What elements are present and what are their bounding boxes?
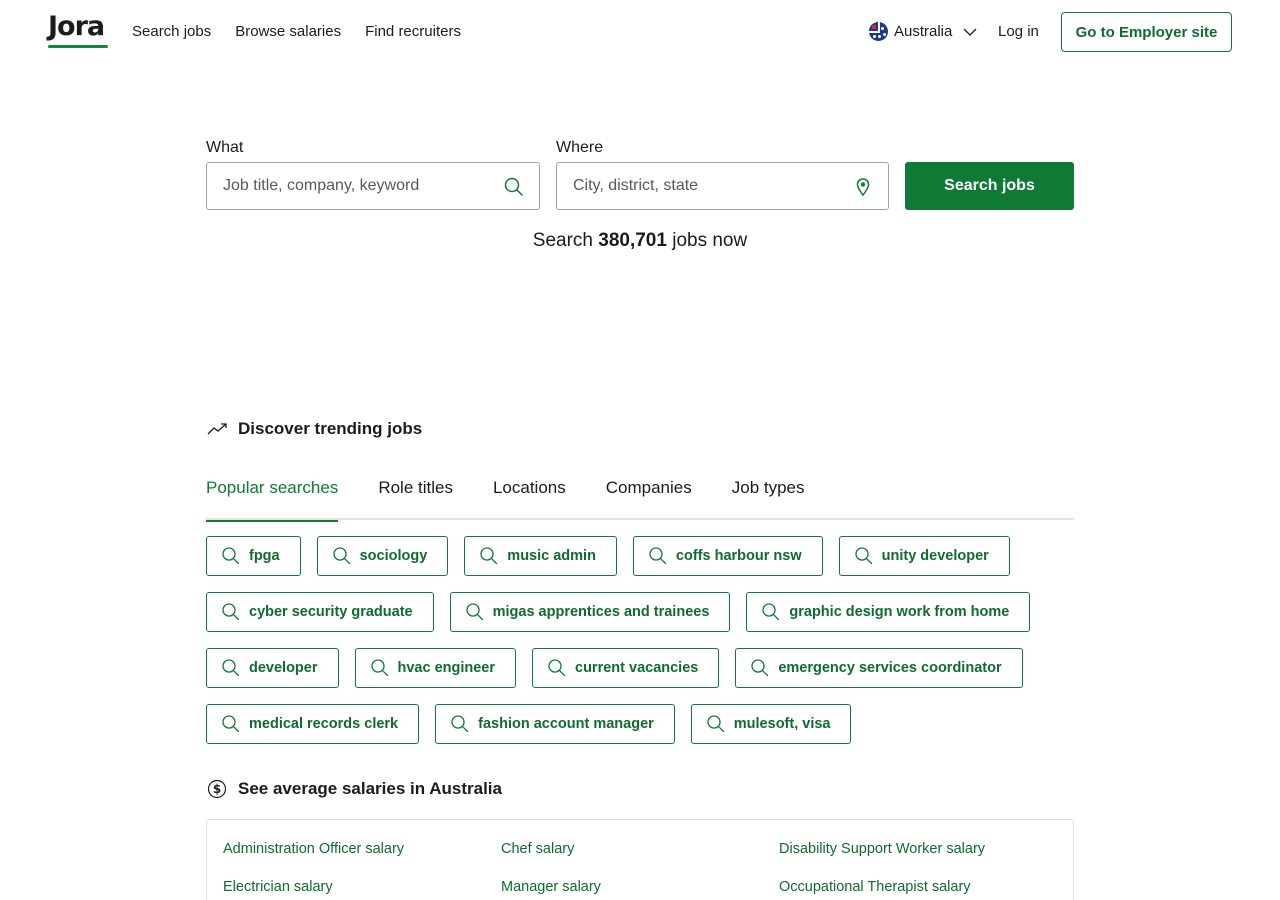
search-icon [451,715,469,733]
chip-label: mulesoft, visa [733,716,831,732]
search-icon [222,547,240,565]
count-suffix: jobs now [672,230,748,251]
count-prefix: Search [532,230,593,251]
popular-search-chip[interactable]: current vacancies [532,648,720,688]
trending-up-icon [207,423,227,435]
what-field [206,162,540,210]
chevron-down-icon [963,28,977,36]
search-icon [480,547,498,565]
salary-link[interactable]: Chef salary [501,840,779,858]
salary-link[interactable]: Manager salary [501,878,779,896]
popular-search-chip[interactable]: emergency services coordinator [735,648,1023,688]
what-input[interactable] [223,163,493,209]
where-field [556,162,889,210]
search-icon [649,547,667,565]
country-label: Australia [894,23,953,40]
chip-label: current vacancies [575,660,699,676]
search-icon [465,603,483,621]
chip-label: migas apprentices and trainees [492,604,710,620]
logo-underline [48,45,108,48]
salary-links-grid: Administration Officer salary Chef salar… [223,840,1057,896]
nav-find-recruiters[interactable]: Find recruiters [365,23,461,41]
nav-browse-salaries[interactable]: Browse salaries [235,23,341,41]
tab-companies[interactable]: Companies [606,470,692,520]
employer-site-button[interactable]: Go to Employer site [1061,12,1232,52]
salaries-heading: $ See average salaries in Australia [206,778,502,800]
popular-search-chip[interactable]: fpga [206,536,301,576]
popular-search-chip[interactable]: music admin [464,536,617,576]
dollar-coin-icon: $ [207,779,227,799]
salary-link[interactable]: Administration Officer salary [223,840,501,858]
popular-search-chip[interactable]: graphic design work from home [746,592,1031,632]
site-header: Jora Search jobs Browse salaries Find re… [0,0,1280,64]
australia-flag-icon [869,22,888,41]
salary-links-box: Administration Officer salary Chef salar… [206,819,1074,900]
jora-logo[interactable]: Jora [48,12,108,48]
popular-search-chip[interactable]: medical records clerk [206,704,420,744]
search-icon [222,659,240,677]
chip-label: sociology [359,548,428,564]
job-count: 380,701 [598,230,667,251]
popular-search-chip[interactable]: mulesoft, visa [690,704,852,744]
location-pin-icon [856,178,870,197]
what-label: What [206,139,244,156]
tab-role-titles[interactable]: Role titles [378,470,453,520]
salaries-title: See average salaries in Australia [238,779,502,798]
trending-tabs: Popular searches Role titles Locations C… [206,470,1074,522]
chip-label: medical records clerk [249,716,399,732]
chip-label: developer [249,660,318,676]
chip-label: coffs harbour nsw [675,548,802,564]
search-icon [854,547,872,565]
popular-search-chip[interactable]: sociology [316,536,449,576]
search-icon [751,659,769,677]
salary-link[interactable]: Electrician salary [223,878,501,896]
search-icon [504,177,523,196]
job-count-line: Search 380,701 jobs now [0,230,1280,252]
nav-search-jobs[interactable]: Search jobs [132,23,211,41]
svg-text:$: $ [213,782,221,796]
chip-label: fpga [249,548,280,564]
trending-heading: Discover trending jobs [206,418,422,440]
search-jobs-button[interactable]: Search jobs [905,162,1074,210]
where-label: Where [556,139,604,156]
chip-label: music admin [507,548,596,564]
popular-search-chip[interactable]: migas apprentices and trainees [449,592,731,632]
search-icon [332,547,350,565]
where-input[interactable] [573,163,843,209]
tab-popular-searches[interactable]: Popular searches [206,470,339,522]
popular-search-chip[interactable]: unity developer [838,536,1010,576]
popular-search-chip[interactable]: cyber security graduate [206,592,434,632]
logo-text: Jora [48,11,105,42]
country-selector[interactable]: Australia [869,22,978,41]
salary-link[interactable]: Occupational Therapist salary [779,878,1057,896]
login-link[interactable]: Log in [998,23,1039,40]
chip-label: cyber security graduate [249,604,413,620]
popular-search-chip[interactable]: developer [206,648,339,688]
chip-label: fashion account manager [478,716,654,732]
trending-title: Discover trending jobs [238,419,423,438]
tab-job-types[interactable]: Job types [732,470,805,520]
popular-search-chip[interactable]: hvac engineer [354,648,517,688]
search-icon [762,603,780,621]
chip-label: unity developer [881,548,989,564]
search-icon [222,715,240,733]
chip-label: emergency services coordinator [778,660,1002,676]
search-icon [222,603,240,621]
popular-search-chip[interactable]: coffs harbour nsw [632,536,823,576]
tab-locations[interactable]: Locations [493,470,566,520]
popular-search-chips: fpga sociology music admin coffs harbour ns… [206,536,1074,744]
salary-link[interactable]: Disability Support Worker salary [779,840,1057,858]
search-icon [707,715,724,733]
main-nav: Search jobs Browse salaries Find recruit… [132,23,461,41]
search-icon [370,659,388,677]
chip-label: hvac engineer [397,660,496,676]
popular-search-chip[interactable]: fashion account manager [435,704,675,744]
chip-label: graphic design work from home [789,604,1010,620]
search-icon [548,659,566,677]
